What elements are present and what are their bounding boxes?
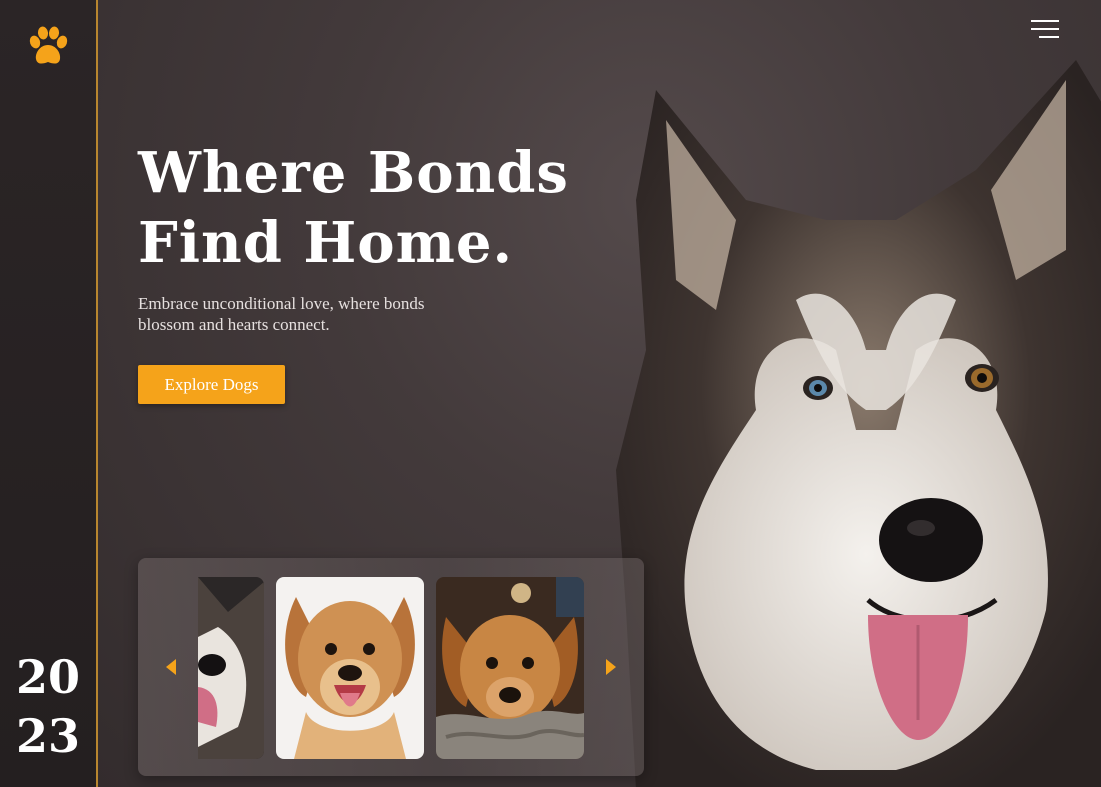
hero-section: Where Bonds Find Home. Embrace unconditi… <box>98 0 1101 787</box>
arrow-right-icon[interactable] <box>604 658 618 676</box>
husky-photo <box>616 60 1101 787</box>
puppy-on-blanket-thumbnail[interactable] <box>436 577 584 759</box>
hero-subtitle: Embrace unconditional love, where bonds … <box>138 293 478 335</box>
menu-line <box>1039 36 1059 38</box>
page-title: Where Bonds Find Home. <box>138 138 569 278</box>
title-line-1: Where Bonds <box>138 140 569 206</box>
menu-line <box>1031 28 1059 30</box>
year-bottom: 23 <box>15 709 80 763</box>
menu-line <box>1031 20 1059 22</box>
hamburger-menu-icon[interactable] <box>1031 20 1059 40</box>
sidebar: 20 23 <box>0 0 98 787</box>
husky-thumbnail[interactable] <box>198 577 264 759</box>
subtitle-line-2: blossom and hearts connect. <box>138 315 330 334</box>
paw-icon[interactable] <box>26 26 70 68</box>
title-line-2: Find Home. <box>138 210 514 276</box>
dog-carousel <box>138 558 644 776</box>
subtitle-line-1: Embrace unconditional love, where bonds <box>138 294 425 313</box>
golden-puppy-thumbnail[interactable] <box>276 577 424 759</box>
arrow-left-icon[interactable] <box>164 658 178 676</box>
year-top: 20 <box>15 650 80 704</box>
explore-dogs-button[interactable]: Explore Dogs <box>138 365 285 404</box>
